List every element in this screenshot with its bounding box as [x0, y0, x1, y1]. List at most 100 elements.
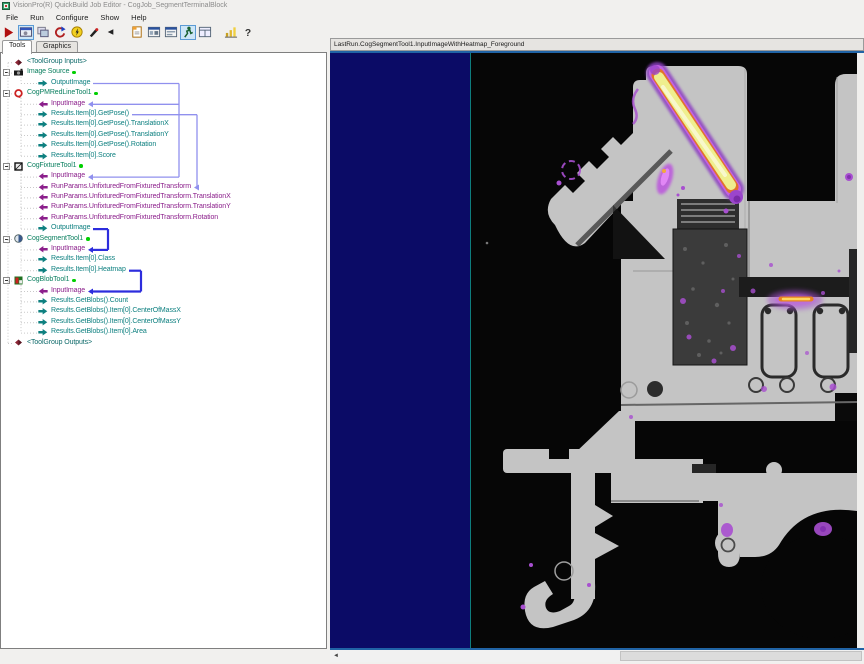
output-arrow-icon — [38, 319, 48, 326]
tree-node-toolgroup-outputs[interactable]: <ToolGroup Outputs> — [1, 338, 326, 348]
window-title: VisionPro(R) QuickBuild Job Editor - Cog… — [13, 2, 227, 9]
output-arrow-icon — [38, 329, 48, 336]
tree-node-inputimage[interactable]: InputImage — [1, 286, 326, 296]
input-arrow-icon — [38, 101, 48, 108]
trigger-icon[interactable] — [69, 25, 85, 40]
status-dot — [94, 92, 98, 96]
input-arrow-icon — [38, 204, 48, 211]
window-02-icon[interactable] — [163, 25, 179, 40]
image-horizontal-scrollbar[interactable]: ◄ — [330, 650, 864, 662]
output-arrow-icon — [38, 111, 48, 118]
tree-node-results-item-0-getpose-translationy[interactable]: Results.Item[0].GetPose().TranslationY — [1, 130, 326, 140]
tree-node-results-getblobs-item-0-centerofmassy[interactable]: Results.GetBlobs().Item[0].CenterOfMassY — [1, 317, 326, 327]
tree-node-runparams-unfixturedfromfixturedtransform-translationx[interactable]: RunParams.UnfixturedFromFixturedTransfor… — [1, 192, 326, 202]
tree-node-outputimage[interactable]: OutputImage — [1, 78, 326, 88]
output-arrow-icon — [38, 298, 48, 305]
output-arrow-icon — [38, 308, 48, 315]
tree-node-results-item-0-getpose-rotation[interactable]: Results.Item[0].GetPose().Rotation — [1, 140, 326, 150]
run-continuous-icon[interactable] — [180, 25, 196, 40]
status-dot — [79, 164, 83, 168]
toolgroup-io-icon — [14, 58, 23, 67]
tree-node-outputimage[interactable]: OutputImage — [1, 223, 326, 233]
svg-text:?: ? — [245, 28, 251, 39]
tab-tools[interactable]: Tools — [2, 40, 32, 54]
pointer-icon[interactable] — [103, 25, 119, 40]
expander-icon[interactable] — [3, 69, 10, 76]
fixture-tool-icon — [14, 162, 23, 171]
expander-icon[interactable] — [3, 277, 10, 284]
output-arrow-icon — [38, 225, 48, 232]
inspection-image[interactable] — [470, 53, 857, 649]
tool-tree: <ToolGroup Inputs>Image SourceOutputImag… — [1, 57, 326, 348]
status-dot — [72, 71, 76, 75]
tree-node-results-item-0-getpose[interactable]: Results.Item[0].GetPose() — [1, 109, 326, 119]
tree-node-toolgroup-inputs[interactable]: <ToolGroup Inputs> — [1, 57, 326, 67]
status-dot — [86, 237, 90, 241]
tree-node-inputimage[interactable]: InputImage — [1, 171, 326, 181]
menu-file[interactable]: File — [0, 11, 24, 24]
tree-node-cogpmredlinetool1[interactable]: CogPMRedLineTool1 — [1, 88, 326, 98]
tree-node-inputimage[interactable]: InputImage — [1, 244, 326, 254]
tree-node-results-item-0-class[interactable]: Results.Item[0].Class — [1, 254, 326, 264]
toolgroup-io-icon — [14, 338, 23, 347]
reset-icon[interactable] — [52, 25, 68, 40]
menu-bar: FileRunConfigureShowHelp — [0, 11, 864, 24]
menu-help[interactable]: Help — [125, 11, 152, 24]
app-icon — [2, 2, 10, 10]
image-display-area[interactable] — [330, 51, 864, 648]
tree-node-results-getblobs-count[interactable]: Results.GetBlobs().Count — [1, 296, 326, 306]
segment-tool-icon — [14, 234, 23, 243]
output-arrow-icon — [38, 153, 48, 160]
scrollbar-thumb[interactable] — [620, 651, 862, 661]
tree-node-cogblobtool1[interactable]: CogBlobTool1 — [1, 275, 326, 285]
input-arrow-icon — [38, 215, 48, 222]
image-vertical-scrollbar[interactable] — [857, 53, 864, 648]
image-display-header: LastRun.CogSegmentTool1.InputImageWithHe… — [330, 38, 864, 51]
tree-node-cogsegmenttool1[interactable]: CogSegmentTool1 — [1, 234, 326, 244]
run-job-once-icon[interactable] — [18, 25, 34, 40]
tool-tree-panel: <ToolGroup Inputs>Image SourceOutputImag… — [0, 52, 327, 649]
blob-tool-icon — [14, 276, 23, 285]
input-arrow-icon — [38, 246, 48, 253]
run-job-icon[interactable] — [1, 25, 17, 40]
input-arrow-icon — [38, 173, 48, 180]
tree-node-cogfixturetool1[interactable]: CogFixtureTool1 — [1, 161, 326, 171]
tree-node-results-item-0-score[interactable]: Results.Item[0].Score — [1, 151, 326, 161]
tree-node-image-source[interactable]: Image Source — [1, 67, 326, 77]
profiler-icon[interactable] — [223, 25, 239, 40]
scroll-left-arrow-icon[interactable]: ◄ — [333, 650, 339, 662]
tree-node-results-getblobs-item-0-area[interactable]: Results.GetBlobs().Item[0].Area — [1, 327, 326, 337]
expander-icon[interactable] — [3, 90, 10, 97]
copy-windows-icon[interactable] — [35, 25, 51, 40]
tree-node-inputimage[interactable]: InputImage — [1, 99, 326, 109]
expander-icon[interactable] — [3, 236, 10, 243]
title-bar: VisionPro(R) QuickBuild Job Editor - Cog… — [0, 0, 864, 11]
output-arrow-icon — [38, 142, 48, 149]
help-icon[interactable]: ? — [240, 25, 256, 40]
tree-node-runparams-unfixturedfromfixturedtransform[interactable]: RunParams.UnfixturedFromFixturedTransfor… — [1, 182, 326, 192]
expander-icon[interactable] — [3, 163, 10, 170]
input-arrow-icon — [38, 194, 48, 201]
output-arrow-icon — [38, 256, 48, 263]
input-arrow-icon — [38, 288, 48, 295]
tree-node-results-getblobs-item-0-centerofmassx[interactable]: Results.GetBlobs().Item[0].CenterOfMassX — [1, 306, 326, 316]
output-arrow-icon — [38, 121, 48, 128]
output-arrow-icon — [38, 132, 48, 139]
tree-node-runparams-unfixturedfromfixturedtransform-rotation[interactable]: RunParams.UnfixturedFromFixturedTransfor… — [1, 213, 326, 223]
camera-tool-icon — [14, 68, 23, 77]
menu-show[interactable]: Show — [94, 11, 125, 24]
app-window: VisionPro(R) QuickBuild Job Editor - Cog… — [0, 0, 864, 664]
edit-graphics-icon[interactable] — [86, 25, 102, 40]
tree-node-runparams-unfixturedfromfixturedtransform-translationy[interactable]: RunParams.UnfixturedFromFixturedTransfor… — [1, 202, 326, 212]
menu-run[interactable]: Run — [24, 11, 50, 24]
input-arrow-icon — [38, 184, 48, 191]
status-dot — [72, 279, 76, 283]
tree-node-results-item-0-heatmap[interactable]: Results.Item[0].Heatmap — [1, 265, 326, 275]
menu-configure[interactable]: Configure — [50, 11, 95, 24]
job-notes-icon[interactable] — [129, 25, 145, 40]
grid-window-icon[interactable] — [197, 25, 213, 40]
pmredline-tool-icon — [14, 89, 23, 98]
output-arrow-icon — [38, 80, 48, 87]
tree-node-results-item-0-getpose-translationx[interactable]: Results.Item[0].GetPose().TranslationX — [1, 119, 326, 129]
window-31-icon[interactable] — [146, 25, 162, 40]
